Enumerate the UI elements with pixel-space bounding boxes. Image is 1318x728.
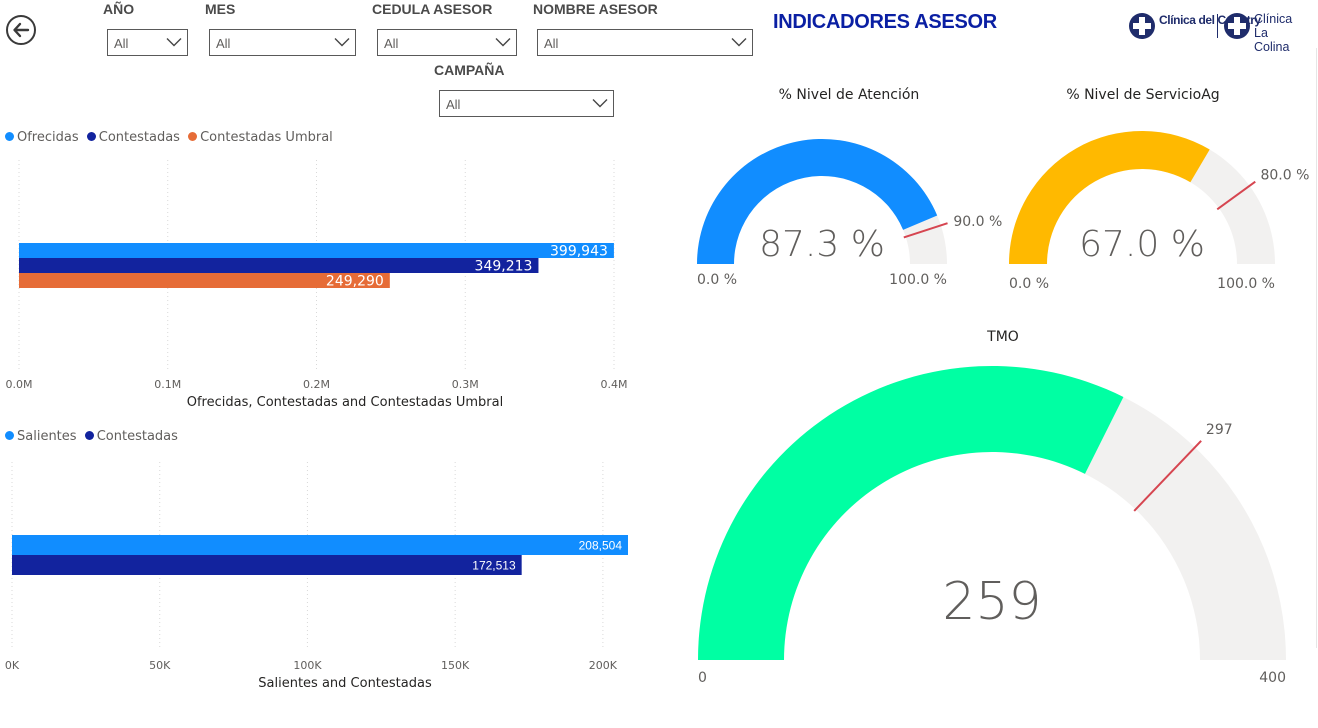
gauge-nivel-servicio: 80.0 % 67.0 % 0.0 % 100.0 % — [1009, 131, 1309, 292]
gauge-atencion-title: % Nivel de Atención — [778, 87, 920, 103]
bar-ofrecidas[interactable] — [19, 243, 614, 258]
slicer-advisor-name-label: NOMBRE ASESOR — [533, 1, 658, 17]
x-tick-label: 0.1M — [154, 378, 181, 391]
slicer-advisor-name-value: All — [544, 36, 559, 51]
gauge-min-label: 0 — [698, 670, 707, 686]
gauge-nivel-atencion: 90.0 %87.3 %0.0 % 100.0 % — [697, 138, 1002, 288]
back-button[interactable] — [6, 15, 36, 45]
bar-salientes[interactable] — [12, 535, 628, 555]
bar-contestadas[interactable] — [12, 555, 522, 575]
gauge-target-label: 297 — [1206, 422, 1233, 438]
gauge-min-label: 0.0 % — [697, 272, 737, 288]
chevron-down-icon — [334, 38, 350, 47]
back-arrow-icon — [13, 22, 30, 38]
gauge-max-label: 100.0 % — [1217, 276, 1275, 292]
slicer-advisor-id-value: All — [384, 36, 399, 51]
x-tick-label: 0.3M — [452, 378, 479, 391]
x-tick-label: 100K — [293, 659, 322, 672]
gauge-tmo: 297 259 0 400 — [698, 365, 1286, 686]
chevron-down-icon — [495, 38, 511, 47]
legend-item-contestadas-umbral[interactable]: Contestadas Umbral — [188, 130, 333, 145]
x-tick-label: 0.0M — [6, 378, 33, 391]
chevron-down-icon — [166, 38, 182, 47]
data-label: 249,290 — [326, 274, 384, 290]
x-tick-label: 0.2M — [303, 378, 330, 391]
legend-dot-icon — [84, 431, 94, 440]
x-tick-label: 150K — [441, 659, 470, 672]
chart2-legend: Salientes Contestadas — [5, 429, 182, 444]
bar-chart-ofrecidas: 0.0M 0.1M 0.2M 0.3M 0.4M 399,943 349,213 249,29… — [6, 160, 628, 391]
legend-item-salientes[interactable]: Salientes — [5, 429, 77, 444]
slicer-campaign-label: CAMPAÑA — [434, 62, 505, 78]
legend-item-contestadas[interactable]: Contestadas — [84, 429, 178, 444]
slicer-month-value: All — [216, 36, 231, 51]
slicer-advisor-id-label: CEDULA ASESOR — [372, 1, 493, 17]
gauge-value-label: 259 — [942, 572, 1041, 632]
chart2-x-axis-title: Salientes and Contestadas — [258, 676, 432, 691]
slicer-advisor-id-dropdown[interactable]: All — [377, 29, 517, 56]
slicer-campaign-value: All — [446, 97, 461, 112]
legend-dot-icon — [5, 132, 14, 141]
slicer-month-dropdown[interactable]: All — [209, 29, 356, 56]
data-label: 208,504 — [579, 538, 623, 552]
brand-logos: Clínica del Country Clínica La Colina — [1128, 12, 1308, 54]
data-label: 172,513 — [472, 558, 516, 572]
chevron-down-icon — [731, 38, 747, 47]
gauge-max-label: 100.0 % — [889, 272, 947, 288]
legend-dot-icon — [5, 431, 14, 440]
chevron-down-icon — [592, 99, 608, 108]
data-label: 399,943 — [550, 244, 608, 260]
gauge-max-label: 400 — [1259, 670, 1286, 686]
page-title: INDICADORES ASESOR — [773, 11, 997, 33]
legend-dot-icon — [188, 132, 198, 141]
clinica-la-colina-logo-icon — [1224, 13, 1250, 39]
logo-text-colina: Clínica La Colina — [1254, 12, 1293, 54]
x-tick-label: 200K — [589, 659, 618, 672]
gauge-value-label: 67.0 % — [1079, 224, 1205, 265]
gauge-servicio-title: % Nivel de ServicioAg — [1066, 87, 1220, 103]
x-tick-label: 0.4M — [601, 378, 628, 391]
x-tick-label: 0K — [5, 659, 20, 672]
logo-divider — [1217, 14, 1218, 38]
legend-item-ofrecidas[interactable]: Ofrecidas — [5, 130, 79, 145]
clinica-del-country-logo-icon — [1129, 13, 1155, 39]
chart1-legend: Ofrecidas Contestadas Contestadas Umbral — [5, 130, 337, 145]
gauge-tmo-title: TMO — [987, 329, 1019, 345]
slicer-month-label: MES — [205, 1, 236, 17]
slicer-advisor-name-dropdown[interactable]: All — [537, 29, 753, 56]
gauge-min-label: 0.0 % — [1009, 276, 1049, 292]
slicer-year-value: All — [114, 36, 129, 51]
legend-item-contestadas[interactable]: Contestadas — [86, 130, 180, 145]
slicer-year-label: AÑO — [103, 1, 135, 17]
legend-dot-icon — [86, 132, 96, 141]
slicer-year-dropdown[interactable]: All — [107, 29, 188, 56]
gauge-value-label: 87.3 % — [759, 224, 885, 265]
bar-chart-salientes: 0K 50K 100K 150K 200K 208,504 172,513 — [5, 462, 628, 672]
gauge-value-fill[interactable] — [698, 365, 1124, 660]
x-tick-label: 50K — [149, 659, 171, 672]
chart1-x-axis-title: Ofrecidas, Contestadas and Contestadas U… — [186, 395, 504, 410]
data-label: 349,213 — [475, 259, 533, 275]
bar-contestadas[interactable] — [19, 258, 539, 273]
gauge-target-label: 80.0 % — [1260, 167, 1309, 183]
slicer-campaign-dropdown[interactable]: All — [439, 90, 614, 117]
